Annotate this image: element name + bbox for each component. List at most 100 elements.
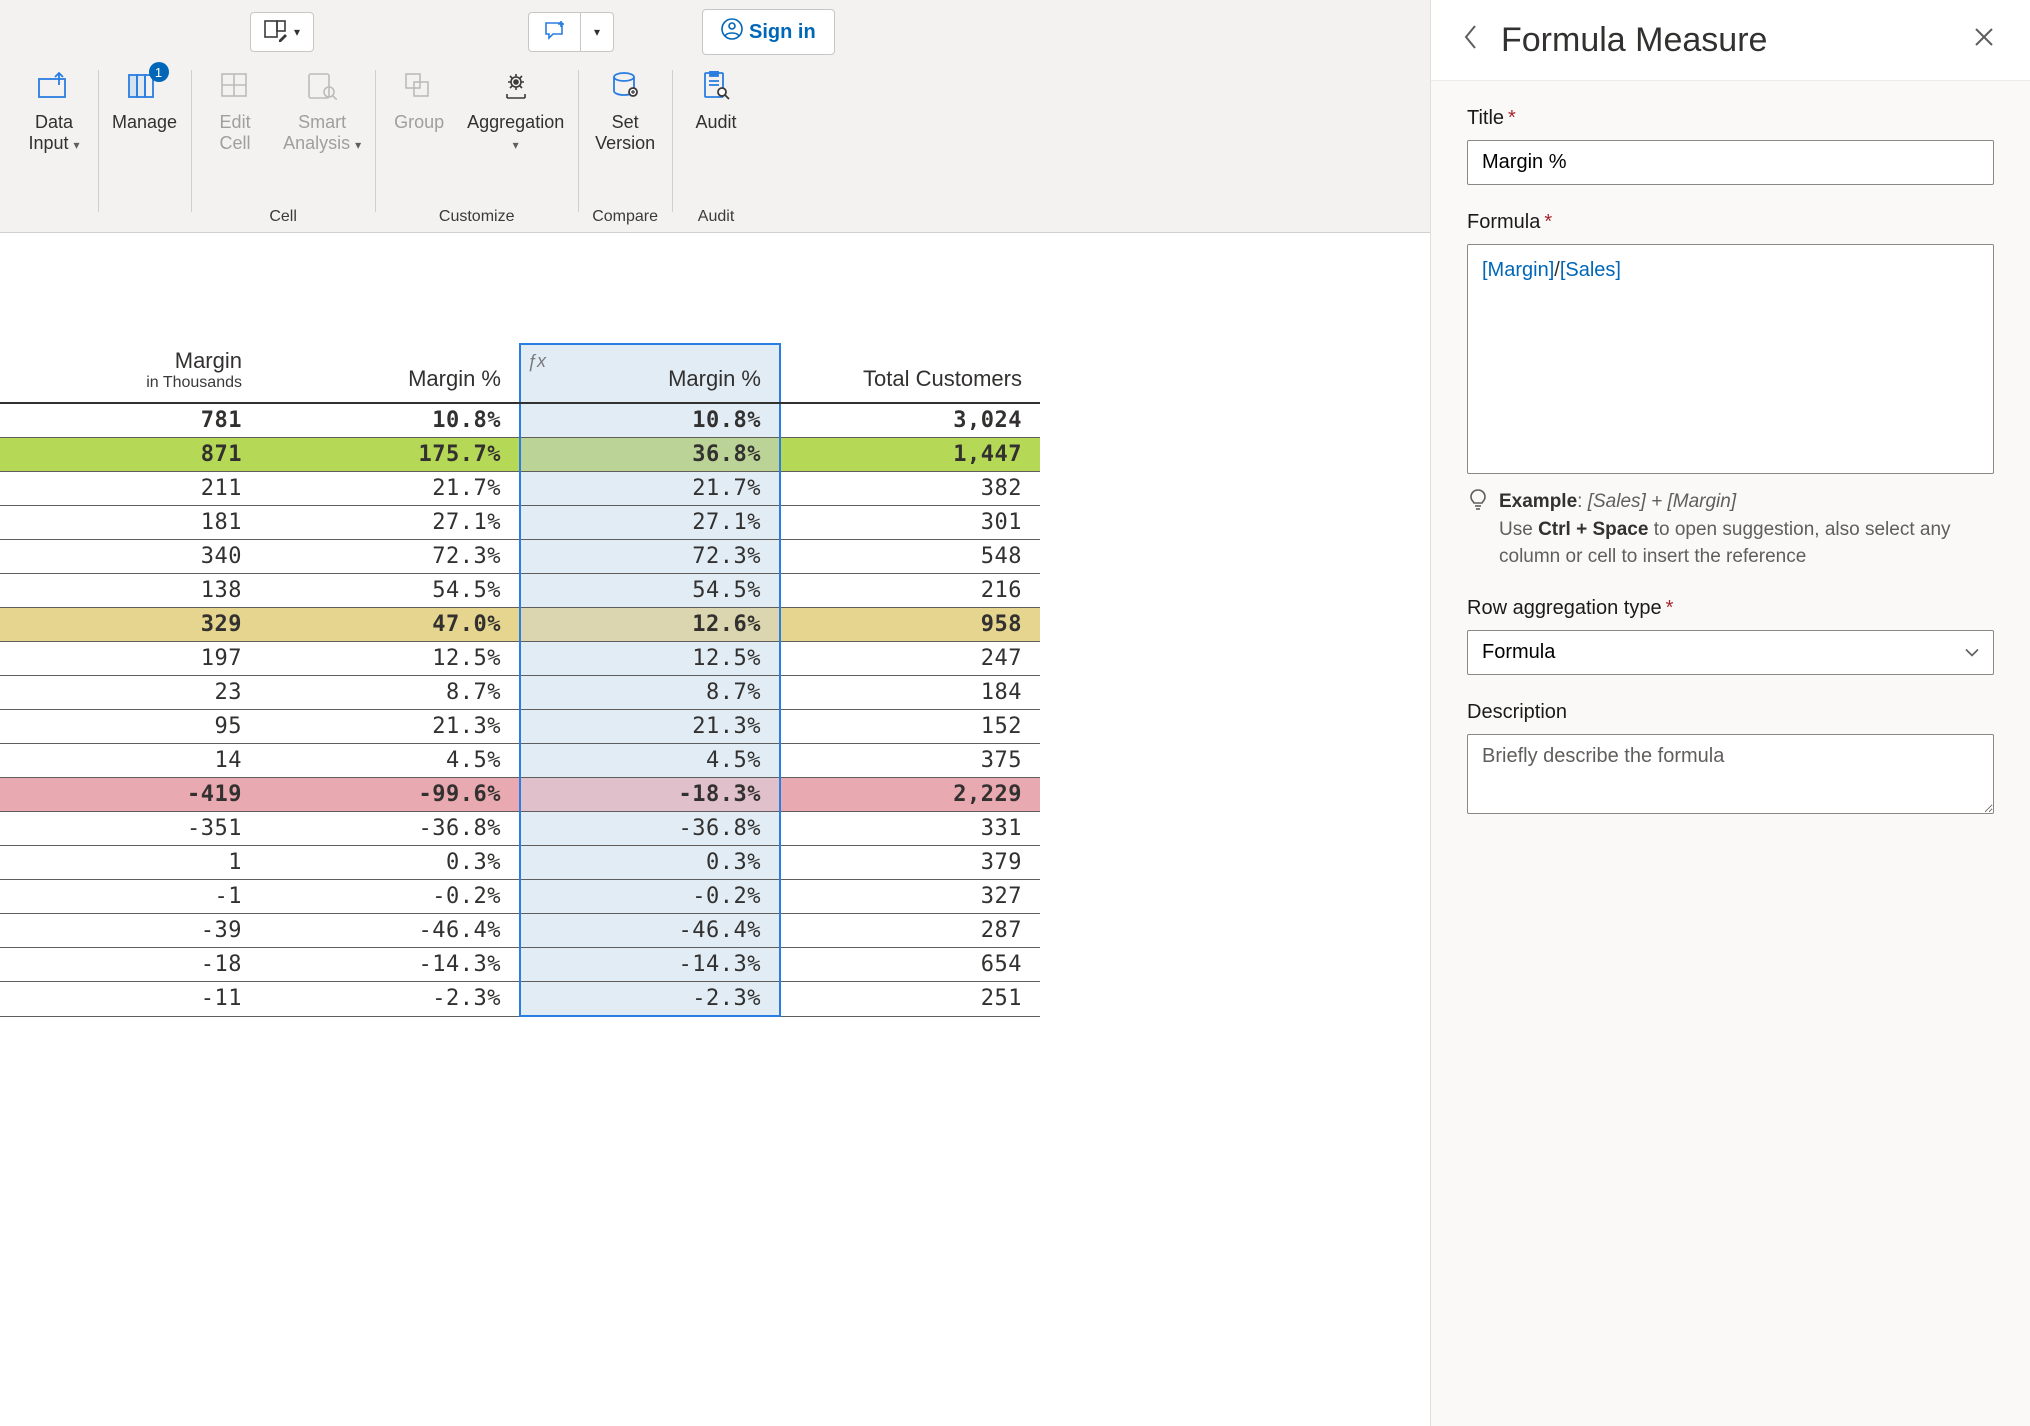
aggregation-button[interactable]: Aggregation▾ <box>467 66 564 153</box>
cell-margin[interactable]: 781 <box>0 403 260 438</box>
data-input-button[interactable]: Data Input ▾ <box>24 66 84 153</box>
cell-pct2[interactable]: 0.3% <box>520 846 780 880</box>
cell-pct1[interactable]: -2.3% <box>260 982 520 1017</box>
table-row[interactable]: 19712.5%12.5%247 <box>0 642 1040 676</box>
cell-margin[interactable]: 211 <box>0 472 260 506</box>
cell-margin[interactable]: -11 <box>0 982 260 1017</box>
cell-pct2[interactable]: 21.3% <box>520 710 780 744</box>
cell-tc[interactable]: 251 <box>780 982 1040 1017</box>
cell-pct1[interactable]: 175.7% <box>260 438 520 472</box>
cell-tc[interactable]: 379 <box>780 846 1040 880</box>
cell-pct2[interactable]: -2.3% <box>520 982 780 1017</box>
cell-tc[interactable]: 548 <box>780 540 1040 574</box>
manage-button[interactable]: 1 Manage <box>112 66 177 133</box>
cell-margin[interactable]: -419 <box>0 778 260 812</box>
title-input[interactable] <box>1467 140 1994 185</box>
ribbon-comment-add[interactable] <box>528 12 580 52</box>
table-row[interactable]: 871175.7%36.8%1,447 <box>0 438 1040 472</box>
cell-tc[interactable]: 287 <box>780 914 1040 948</box>
cell-tc[interactable]: 654 <box>780 948 1040 982</box>
cell-margin[interactable]: 95 <box>0 710 260 744</box>
cell-tc[interactable]: 3,024 <box>780 403 1040 438</box>
cell-margin[interactable]: 138 <box>0 574 260 608</box>
cell-margin[interactable]: 329 <box>0 608 260 642</box>
cell-margin[interactable]: 871 <box>0 438 260 472</box>
cell-pct1[interactable]: -14.3% <box>260 948 520 982</box>
cell-pct2[interactable]: 8.7% <box>520 676 780 710</box>
cell-pct1[interactable]: 0.3% <box>260 846 520 880</box>
table-row[interactable]: -11-2.3%-2.3%251 <box>0 982 1040 1017</box>
cell-pct1[interactable]: 47.0% <box>260 608 520 642</box>
cell-pct1[interactable]: 10.8% <box>260 403 520 438</box>
cell-tc[interactable]: 301 <box>780 506 1040 540</box>
cell-pct2[interactable]: 21.7% <box>520 472 780 506</box>
table-row[interactable]: 32947.0%12.6%958 <box>0 608 1040 642</box>
cell-pct1[interactable]: 4.5% <box>260 744 520 778</box>
cell-pct1[interactable]: -46.4% <box>260 914 520 948</box>
table-row[interactable]: 238.7%8.7%184 <box>0 676 1040 710</box>
cell-margin[interactable]: -1 <box>0 880 260 914</box>
table-row[interactable]: 18127.1%27.1%301 <box>0 506 1040 540</box>
formula-editor[interactable]: [Margin]/[Sales] <box>1467 244 1994 474</box>
cell-pct2[interactable]: 12.5% <box>520 642 780 676</box>
cell-pct1[interactable]: 21.3% <box>260 710 520 744</box>
cell-margin[interactable]: 340 <box>0 540 260 574</box>
table-row[interactable]: 34072.3%72.3%548 <box>0 540 1040 574</box>
cell-pct2[interactable]: 10.8% <box>520 403 780 438</box>
cell-pct1[interactable]: 54.5% <box>260 574 520 608</box>
table-row[interactable]: -18-14.3%-14.3%654 <box>0 948 1040 982</box>
cell-pct1[interactable]: 72.3% <box>260 540 520 574</box>
cell-pct1[interactable]: 8.7% <box>260 676 520 710</box>
cell-margin[interactable]: -18 <box>0 948 260 982</box>
cell-pct2[interactable]: -46.4% <box>520 914 780 948</box>
table-row[interactable]: 9521.3%21.3%152 <box>0 710 1040 744</box>
table-row[interactable]: -39-46.4%-46.4%287 <box>0 914 1040 948</box>
cell-tc[interactable]: 331 <box>780 812 1040 846</box>
table-row[interactable]: 78110.8%10.8%3,024 <box>0 403 1040 438</box>
cell-pct1[interactable]: 12.5% <box>260 642 520 676</box>
table-row[interactable]: -1-0.2%-0.2%327 <box>0 880 1040 914</box>
cell-pct1[interactable]: 21.7% <box>260 472 520 506</box>
cell-pct2[interactable]: 72.3% <box>520 540 780 574</box>
cell-pct1[interactable]: -36.8% <box>260 812 520 846</box>
ribbon-comment-dropdown[interactable]: ▾ <box>580 12 614 52</box>
column-header-margin[interactable]: Margin in Thousands <box>0 344 260 403</box>
cell-tc[interactable]: 247 <box>780 642 1040 676</box>
table-row[interactable]: 13854.5%54.5%216 <box>0 574 1040 608</box>
close-button[interactable] <box>1966 23 2002 57</box>
sign-in-button[interactable]: Sign in <box>702 9 835 55</box>
cell-pct2[interactable]: 27.1% <box>520 506 780 540</box>
cell-tc[interactable]: 184 <box>780 676 1040 710</box>
row-aggregation-select[interactable] <box>1467 630 1994 675</box>
cell-tc[interactable]: 152 <box>780 710 1040 744</box>
table-row[interactable]: 21121.7%21.7%382 <box>0 472 1040 506</box>
cell-margin[interactable]: 197 <box>0 642 260 676</box>
table-row[interactable]: 10.3%0.3%379 <box>0 846 1040 880</box>
cell-tc[interactable]: 375 <box>780 744 1040 778</box>
cell-pct2[interactable]: -14.3% <box>520 948 780 982</box>
cell-pct2[interactable]: 54.5% <box>520 574 780 608</box>
cell-pct2[interactable]: 36.8% <box>520 438 780 472</box>
cell-tc[interactable]: 2,229 <box>780 778 1040 812</box>
cell-tc[interactable]: 1,447 <box>780 438 1040 472</box>
cell-tc[interactable]: 958 <box>780 608 1040 642</box>
cell-margin[interactable]: -39 <box>0 914 260 948</box>
cell-pct1[interactable]: -0.2% <box>260 880 520 914</box>
cell-pct2[interactable]: -0.2% <box>520 880 780 914</box>
cell-pct1[interactable]: 27.1% <box>260 506 520 540</box>
table-row[interactable]: -419-99.6%-18.3%2,229 <box>0 778 1040 812</box>
audit-button[interactable]: Audit <box>686 66 746 133</box>
cell-margin[interactable]: 181 <box>0 506 260 540</box>
report-grid[interactable]: Margin in Thousands Margin % ƒx Margin %… <box>0 233 1430 1017</box>
ribbon-visual-selector[interactable]: ▾ <box>250 12 314 52</box>
cell-margin[interactable]: 1 <box>0 846 260 880</box>
table-row[interactable]: -351-36.8%-36.8%331 <box>0 812 1040 846</box>
cell-pct2[interactable]: -18.3% <box>520 778 780 812</box>
cell-margin[interactable]: 23 <box>0 676 260 710</box>
set-version-button[interactable]: Set Version <box>595 66 655 153</box>
cell-tc[interactable]: 382 <box>780 472 1040 506</box>
description-textarea[interactable] <box>1467 734 1994 814</box>
cell-pct1[interactable]: -99.6% <box>260 778 520 812</box>
cell-pct2[interactable]: 4.5% <box>520 744 780 778</box>
column-header-total-customers[interactable]: Total Customers <box>780 344 1040 403</box>
